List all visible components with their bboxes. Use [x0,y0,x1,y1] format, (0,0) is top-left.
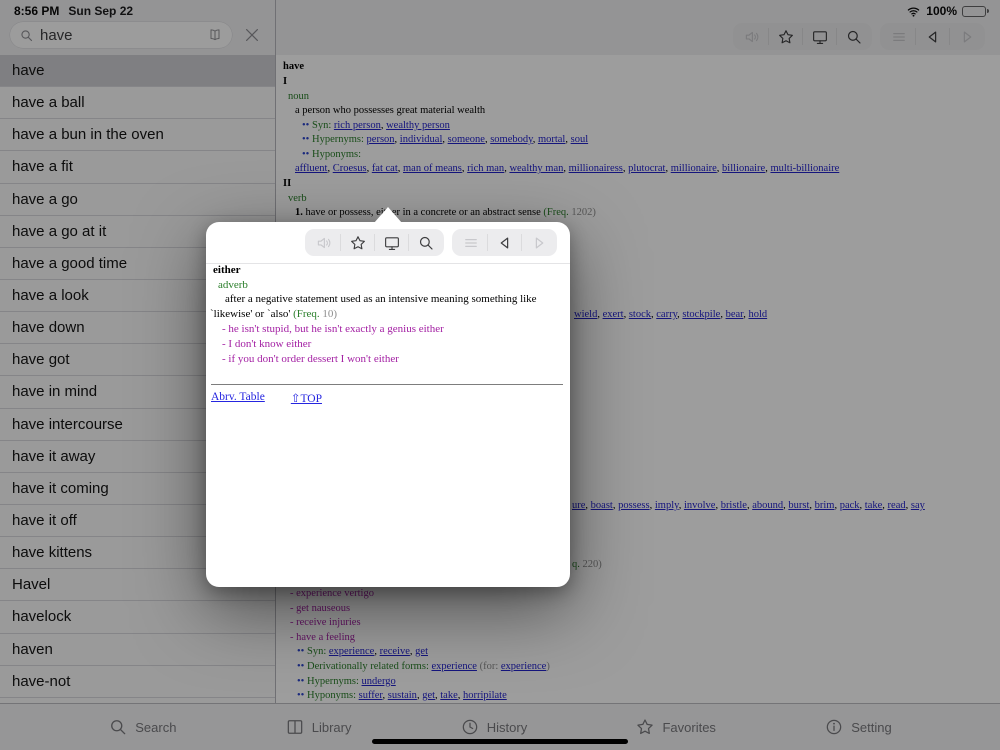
text-segment: - I don't know either [222,338,312,350]
definition-line: `likewise' or `also' (Freq. 10) [210,307,337,322]
word-popup: either adverb after a negative statement u… [206,207,570,587]
text-segment: either [213,264,241,276]
top-link[interactable]: ⇧TOP [291,391,322,405]
text-segment: after a negative statement used as an in… [225,293,537,305]
text-segment: (Freq. [293,308,320,320]
popup-footer-links: Abrv. Table ⇧TOP [211,391,322,405]
popup-arrow [374,207,402,223]
definition-line: adverb [218,278,248,293]
text-segment: 10) [319,308,338,320]
home-indicator[interactable] [372,739,628,744]
text-segment: - if you don't order dessert I won't eit… [222,353,399,365]
definition-line: - if you don't order dessert I won't eit… [222,352,399,367]
definition-line: - he isn't stupid, but he isn't exactly … [222,322,444,337]
text-segment: - he isn't stupid, but he isn't exactly … [222,323,444,335]
definition-line: after a negative statement used as an in… [225,292,537,307]
dictionary-app-screen: 8:56 PM Sun Sep 22 100% have have have a… [0,0,1000,750]
abbreviation-table-link[interactable]: Abrv. Table [211,391,265,405]
popup-rule [211,384,563,385]
definition-line: either [213,263,240,278]
definition-line: - I don't know either [222,337,311,352]
text-segment: `likewise' or `also' [210,308,294,320]
text-segment: adverb [218,279,248,291]
